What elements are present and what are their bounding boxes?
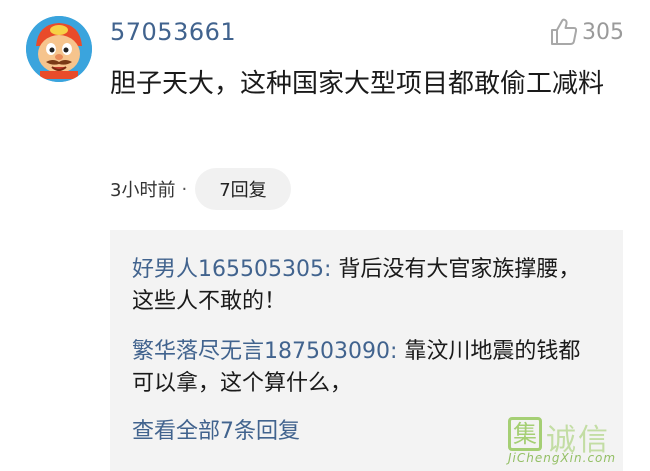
comment-time: 3小时前 [110,180,176,201]
meta-separator: · [181,178,188,200]
like-count: 305 [582,19,624,45]
reply-author[interactable]: 繁华落尽无言187503090 [132,339,390,364]
avatar[interactable] [26,16,92,82]
reply-item[interactable]: 好男人165505305: 背后没有大官家族撑腰，这些人不敢的！ [132,254,602,318]
comment-meta: 3小时前 · 7回复 [110,168,291,210]
comment-text: 胆子天大，这种国家大型项目都敢偷工减料 [110,69,605,99]
reply-count-label: 7回复 [219,180,267,201]
view-all-replies-link[interactable]: 查看全部7条回复 [132,416,300,448]
cartoon-avatar-icon [26,16,92,82]
comment-card: 57053661 305 胆子天大，这种国家大型项目都敢偷工减料 3小时前 · … [0,0,650,471]
watermark-url: JiChengXin.com [508,451,617,465]
watermark-logo-icon: 集 [508,417,542,451]
watermark: 集 诚信 JiChengXin.com [508,417,634,467]
reply-count-button[interactable]: 7回复 [195,168,291,210]
thumbs-up-icon [551,18,578,45]
reply-author[interactable]: 好男人165505305 [132,257,324,282]
username[interactable]: 57053661 [110,18,236,46]
like-button[interactable]: 305 [548,14,624,50]
reply-item[interactable]: 繁华落尽无言187503090: 靠汶川地震的钱都可以拿，这个算什么， [132,336,602,400]
